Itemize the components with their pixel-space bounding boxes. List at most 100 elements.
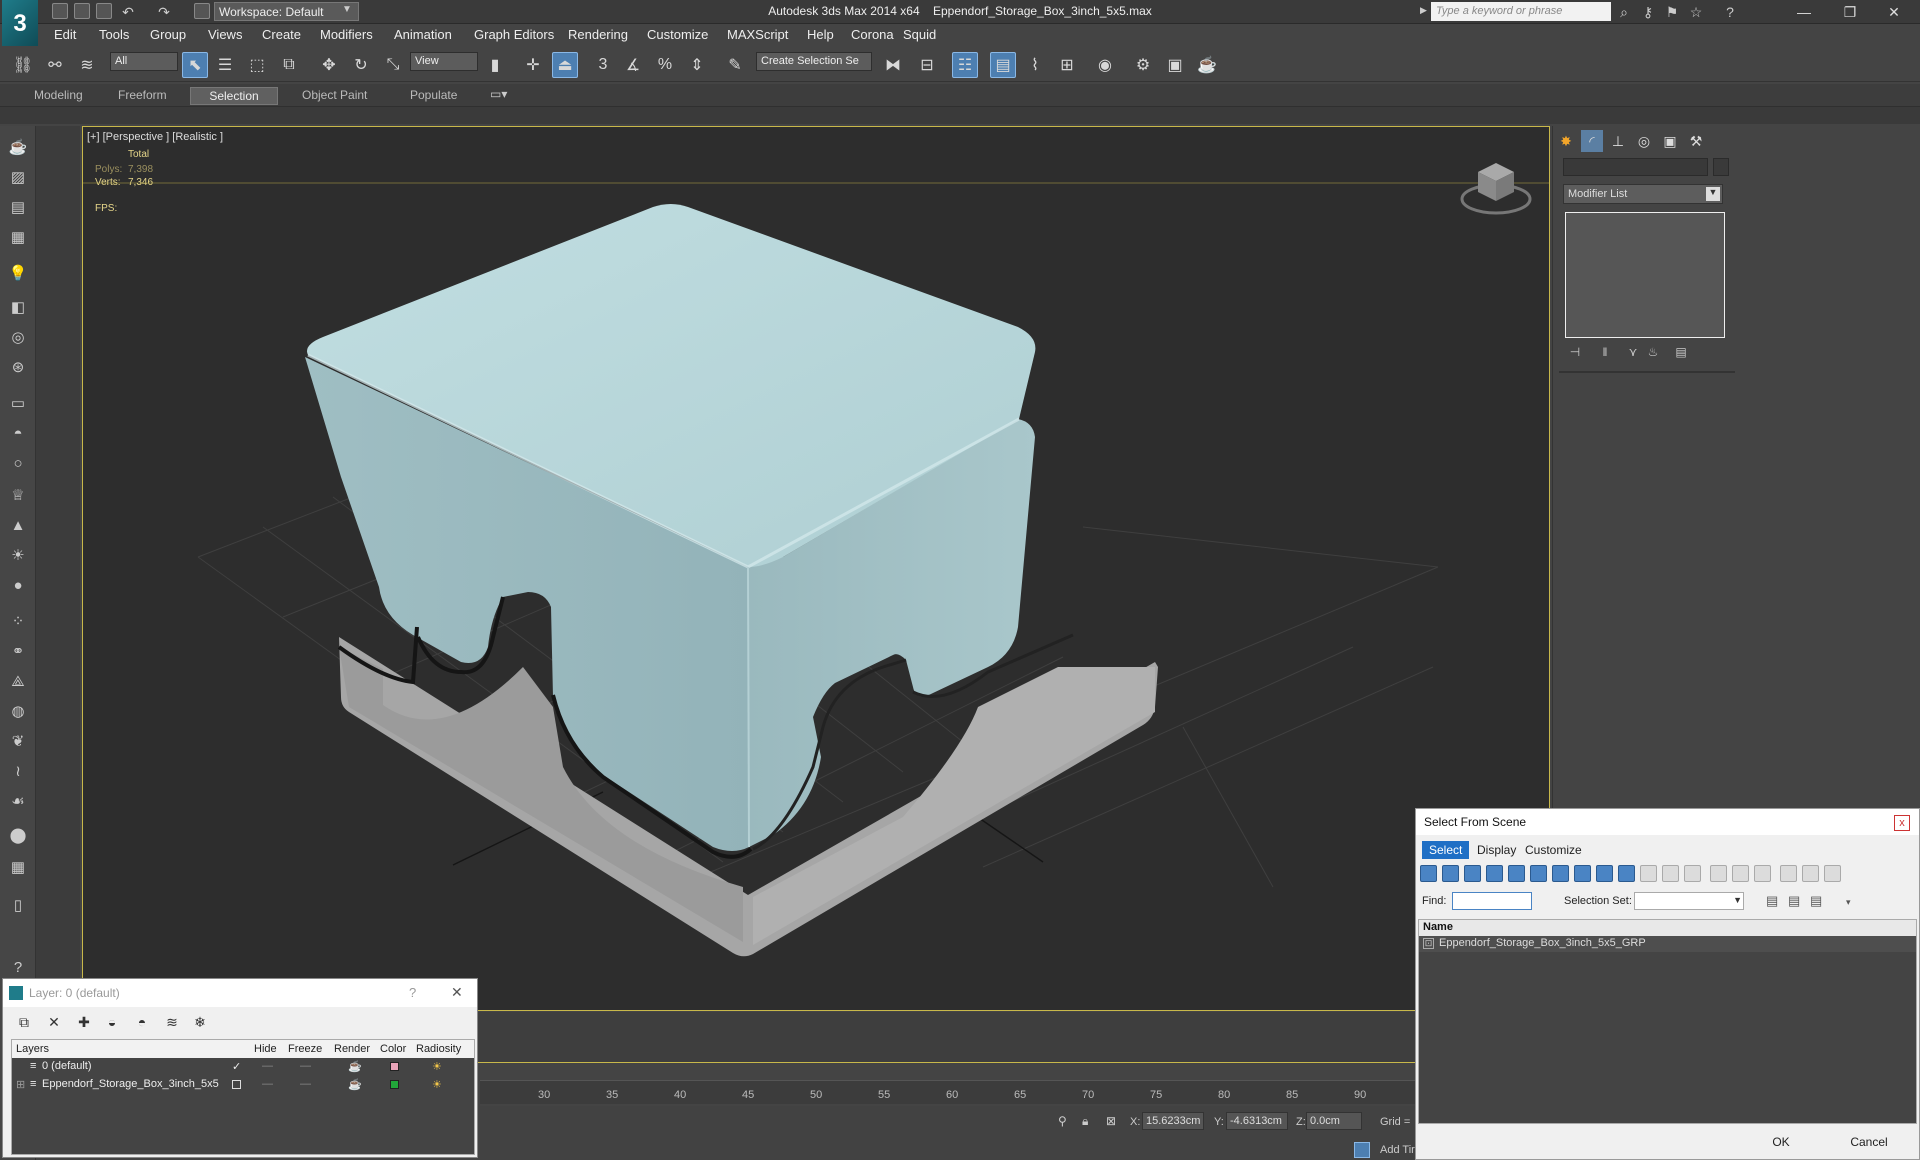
render-teapot-icon[interactable]: ☕: [348, 1060, 362, 1073]
named-selection-set-dropdown[interactable]: Create Selection Se: [756, 52, 872, 71]
freeze-all-layers-icon[interactable]: ❄: [191, 1013, 209, 1031]
rendered-frame-window-icon[interactable]: ▣: [1162, 52, 1188, 78]
cameras-filter-icon[interactable]: [1486, 865, 1503, 882]
document-icon[interactable]: ▯: [8, 896, 28, 916]
menu-squid[interactable]: Squid: [903, 27, 936, 42]
layer-name[interactable]: Eppendorf_Storage_Box_3inch_5x5: [42, 1078, 219, 1090]
menu-modifiers[interactable]: Modifiers: [320, 27, 373, 42]
align-icon[interactable]: ⊟: [914, 52, 940, 78]
col-hide[interactable]: Hide: [254, 1043, 277, 1055]
col-render[interactable]: Render: [334, 1043, 370, 1055]
options-icon[interactable]: [1824, 865, 1841, 882]
edit-named-selection-icon[interactable]: ✎: [722, 52, 748, 78]
hide-all-layers-icon[interactable]: ≋: [163, 1013, 181, 1031]
ribbon-toggle-icon[interactable]: ▭▾: [490, 87, 507, 101]
hair-icon[interactable]: ≀: [8, 762, 28, 782]
object-name-field[interactable]: [1563, 158, 1708, 176]
groups-filter-icon[interactable]: [1552, 865, 1569, 882]
unlink-icon[interactable]: ⚯: [42, 52, 68, 78]
transform-mode-icon[interactable]: ⊠: [1106, 1114, 1116, 1128]
timeline[interactable]: 30 35 40 45 50 55 60 65 70 75 80 85 90: [480, 1080, 1420, 1104]
grid-list-icon[interactable]: ▦: [8, 228, 28, 248]
globe-icon[interactable]: ◍: [8, 702, 28, 722]
sun-icon[interactable]: ☀: [8, 546, 28, 566]
frozen-filter-icon[interactable]: [1640, 865, 1657, 882]
layer-row[interactable]: ⊞ ≡ Eppendorf_Storage_Box_3inch_5x5 — — …: [12, 1076, 474, 1094]
object-color-swatch[interactable]: [1713, 158, 1729, 176]
tab-select[interactable]: Select: [1422, 841, 1470, 859]
edit-selection-set-icon[interactable]: ▤: [1810, 893, 1822, 909]
lock-icon[interactable]: 🔒︎: [1082, 1114, 1088, 1129]
tab-modeling[interactable]: Modeling: [22, 87, 95, 105]
menu-help[interactable]: Help: [807, 27, 834, 42]
bones-filter-icon[interactable]: [1596, 865, 1613, 882]
filter-icon[interactable]: [1780, 865, 1797, 882]
layer-color-swatch[interactable]: [390, 1062, 399, 1071]
load-selection-set-icon[interactable]: ▤: [1788, 893, 1800, 909]
name-column-header[interactable]: Name: [1419, 920, 1916, 936]
layer-manager-icon[interactable]: ☷: [952, 52, 978, 78]
highlight-layer-icon[interactable]: ◓: [133, 1013, 151, 1031]
rotate-icon[interactable]: ↻: [348, 52, 374, 78]
layer-color-swatch[interactable]: [390, 1080, 399, 1089]
active-layer-checkbox[interactable]: [232, 1080, 241, 1089]
selection-set-dropdown[interactable]: ▼: [1634, 892, 1744, 910]
menu-rendering[interactable]: Rendering: [568, 27, 628, 42]
project-folder-icon[interactable]: [194, 3, 210, 19]
cloth-icon[interactable]: ☙: [8, 792, 28, 812]
selection-filter-dropdown[interactable]: All: [110, 52, 178, 71]
help-icon[interactable]: ?: [1722, 4, 1738, 20]
cancel-button[interactable]: Cancel: [1834, 1131, 1904, 1153]
film-camera-icon[interactable]: ⊛: [8, 358, 28, 378]
community-icon[interactable]: ⚑: [1664, 4, 1680, 20]
redo-icon[interactable]: ↷: [156, 4, 172, 20]
display-all-icon[interactable]: [1684, 865, 1701, 882]
video-camera-icon[interactable]: ◎: [8, 328, 28, 348]
y-coord-field[interactable]: -4.6313cm: [1226, 1112, 1288, 1130]
tab-display[interactable]: Display: [1470, 841, 1523, 859]
camera-icon[interactable]: ◧: [8, 298, 28, 318]
freeze-toggle[interactable]: —: [300, 1060, 311, 1072]
hierarchy-filter-icon[interactable]: [1802, 865, 1819, 882]
render-production-icon[interactable]: ☕: [1194, 52, 1220, 78]
col-radiosity[interactable]: Radiosity: [416, 1043, 461, 1055]
tab-populate[interactable]: Populate: [398, 87, 469, 105]
configure-modifier-sets-icon[interactable]: ▤: [1671, 345, 1691, 363]
angle-snap-icon[interactable]: ∡: [620, 52, 646, 78]
display-tab-icon[interactable]: ▣: [1659, 130, 1681, 152]
app-logo-icon[interactable]: 3: [2, 0, 38, 48]
material-editor-icon[interactable]: ◉: [1092, 52, 1118, 78]
select-object-icon[interactable]: ⬉: [182, 52, 208, 78]
tab-selection[interactable]: Selection: [190, 87, 278, 105]
mirror-icon[interactable]: ⧓: [880, 52, 906, 78]
bind-space-warp-icon[interactable]: ≋: [74, 52, 100, 78]
pivot-center-icon[interactable]: ▮: [482, 52, 508, 78]
particles-icon[interactable]: ⁘: [8, 612, 28, 632]
link-icon[interactable]: ⛓: [10, 52, 36, 78]
select-by-name-icon[interactable]: ☰: [212, 52, 238, 78]
active-layer-check[interactable]: ✓: [232, 1060, 241, 1073]
render-sphere-icon[interactable]: ⬤: [8, 826, 28, 846]
expand-icon[interactable]: ≡: [30, 1078, 36, 1090]
percent-snap-icon[interactable]: %: [652, 52, 678, 78]
layer-help-button[interactable]: ?: [409, 985, 416, 1000]
menu-group[interactable]: Group: [150, 27, 186, 42]
create-tab-icon[interactable]: ✸: [1555, 130, 1577, 152]
scale-icon[interactable]: ⤡: [380, 52, 406, 78]
x-coord-field[interactable]: 15.6233cm: [1142, 1112, 1204, 1130]
light-bulb-icon[interactable]: 💡: [8, 264, 28, 284]
modifier-list-dropdown[interactable]: Modifier List ▼: [1563, 184, 1723, 204]
select-all-icon[interactable]: [1710, 865, 1727, 882]
add-time-tag-icon[interactable]: [1354, 1142, 1370, 1158]
make-unique-icon[interactable]: ⋎: [1623, 345, 1643, 363]
isolate-icon[interactable]: ⚲: [1058, 1114, 1067, 1128]
create-layer-icon[interactable]: ⧉: [15, 1013, 33, 1031]
menu-graph-editors[interactable]: Graph Editors: [474, 27, 554, 42]
col-layers[interactable]: Layers: [16, 1043, 49, 1055]
more-options-icon[interactable]: ▾: [1846, 897, 1851, 908]
find-input[interactable]: [1452, 892, 1532, 910]
modify-tab-icon[interactable]: ◜: [1581, 130, 1603, 152]
plant-icon[interactable]: ❦: [8, 732, 28, 752]
expand-icon[interactable]: ≡: [30, 1060, 36, 1072]
containers-filter-icon[interactable]: [1618, 865, 1635, 882]
